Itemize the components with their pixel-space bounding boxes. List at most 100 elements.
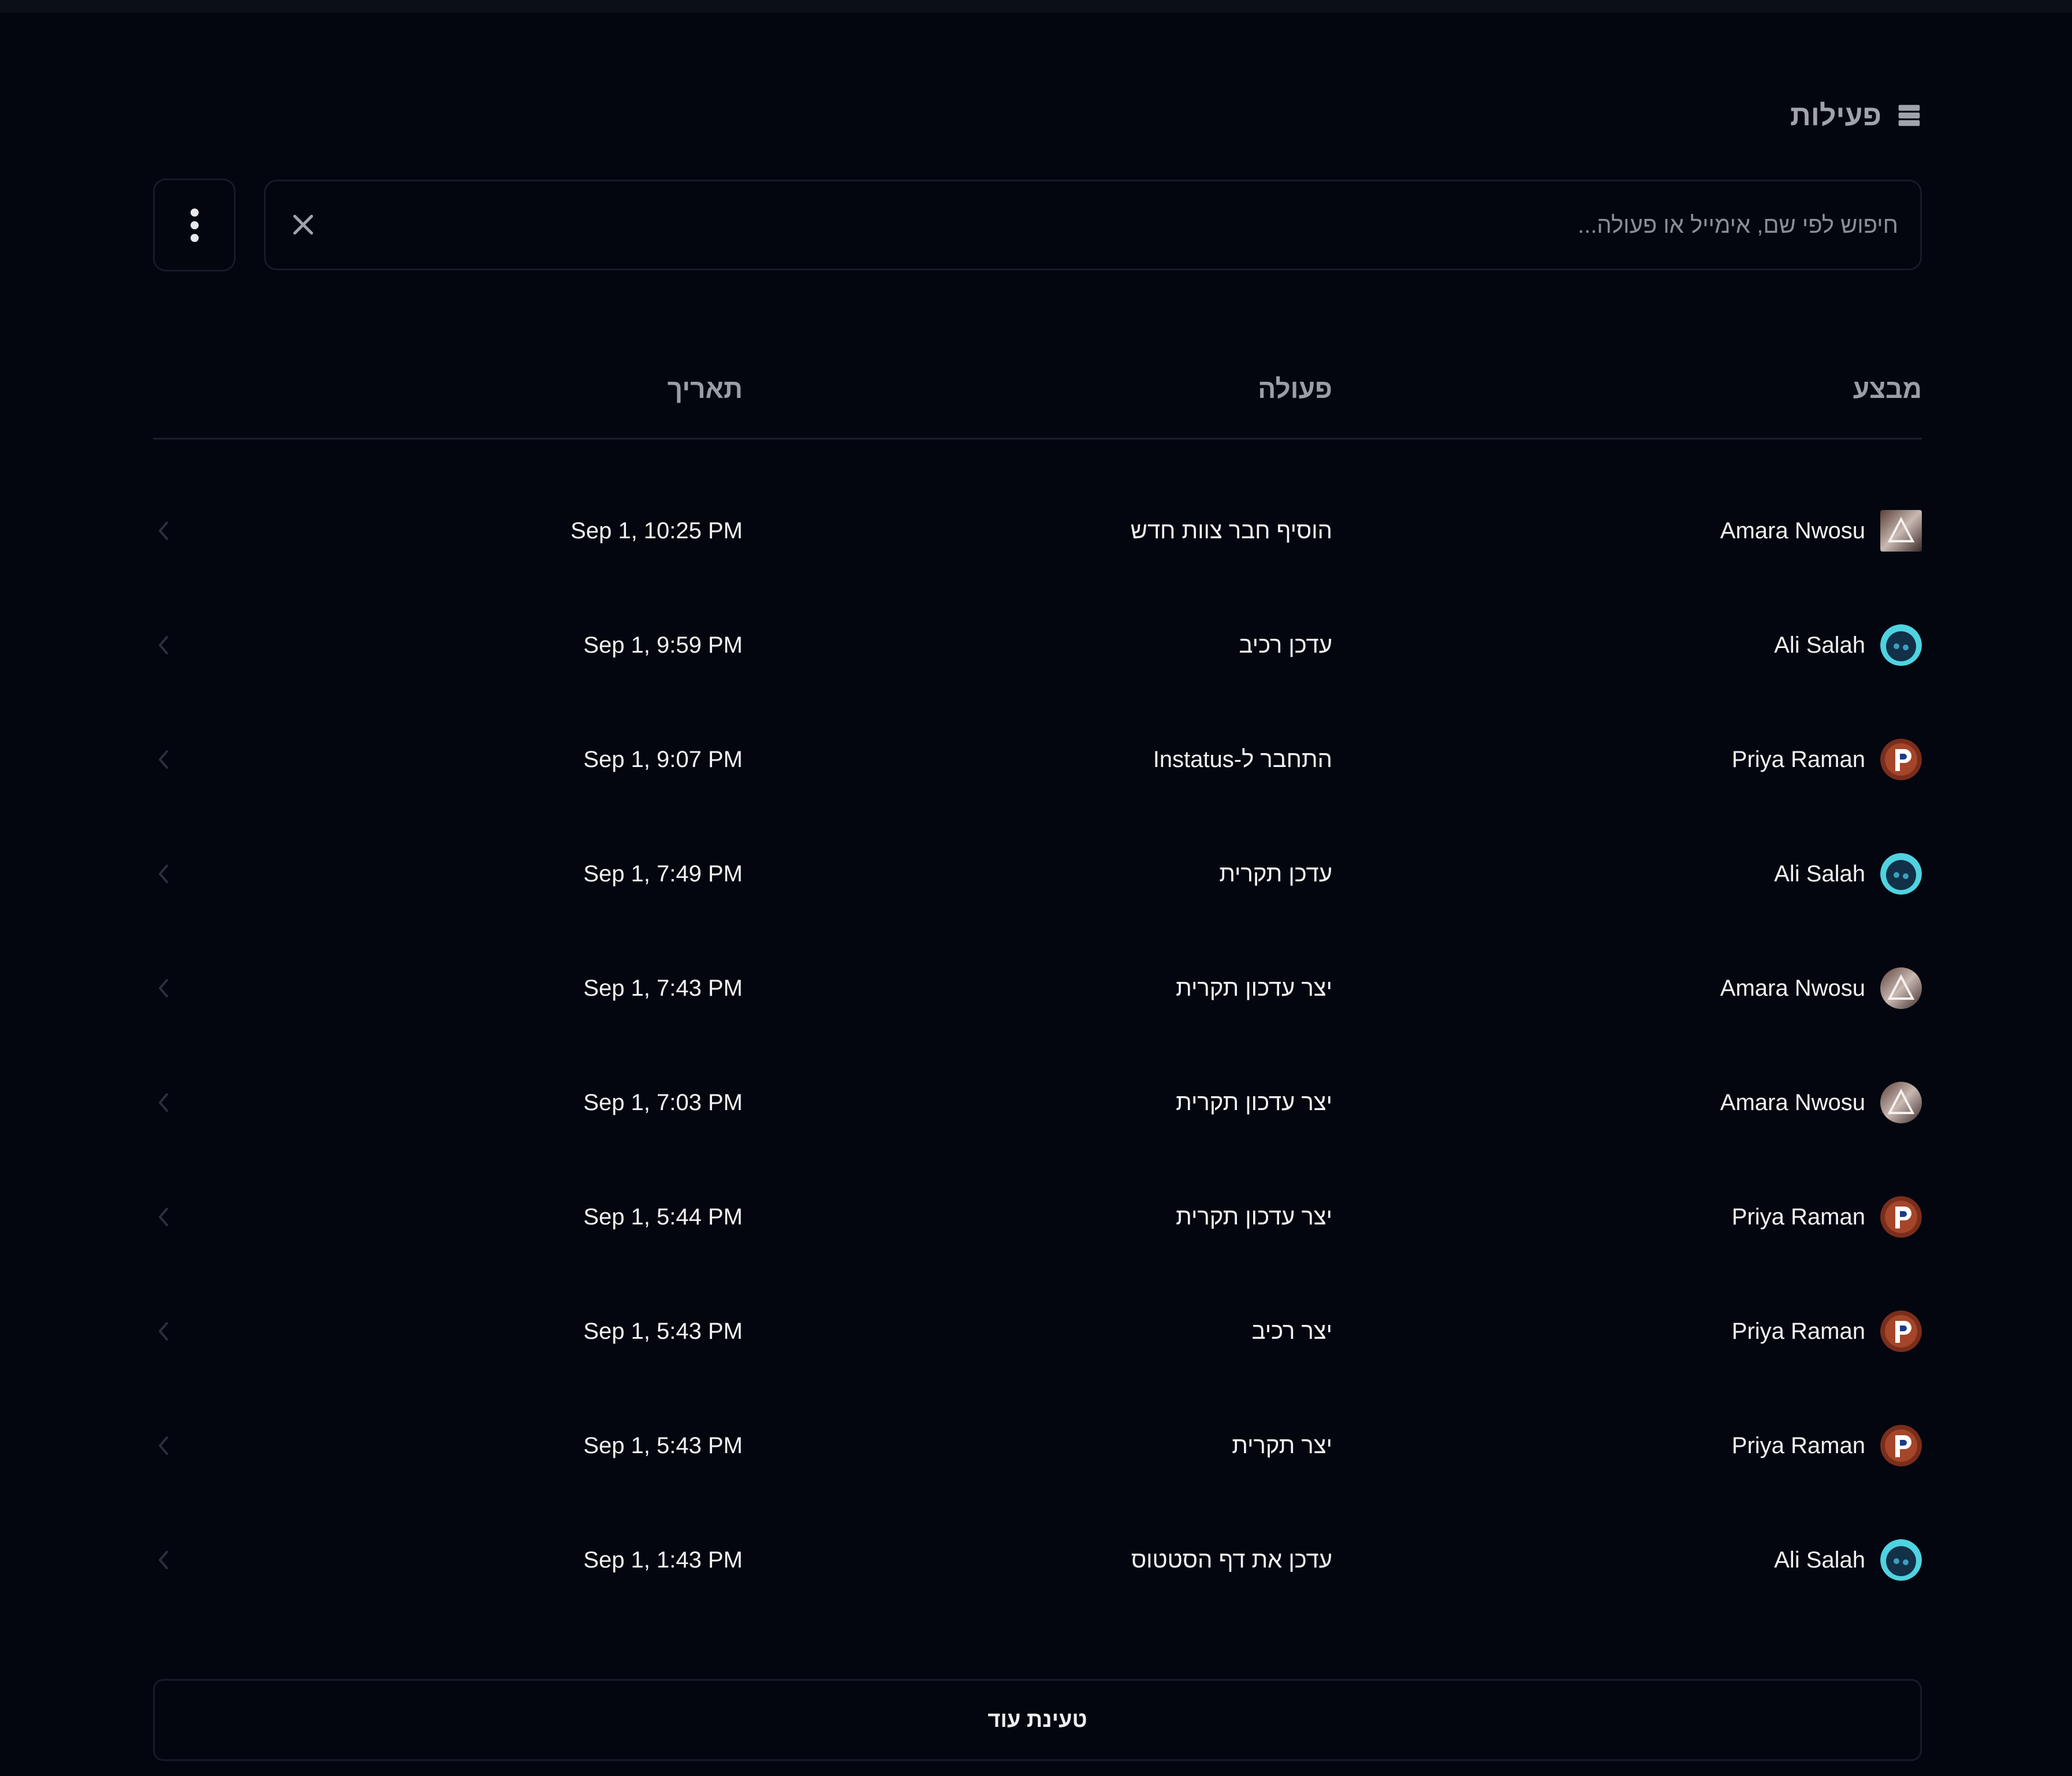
action-cell: יצר עדכון תקרית [1176, 1045, 1332, 1160]
action-cell: עדכן את דף הסטטוס [1131, 1503, 1332, 1617]
action-cell: יצר עדכון תקרית [1176, 1160, 1332, 1274]
date-text: Sep 1, 10:25 PM [571, 517, 743, 543]
user-name: Priya Raman [1731, 1432, 1865, 1458]
row-details-button[interactable] [153, 1045, 170, 1160]
user-avatar [1880, 1196, 1922, 1238]
date-text: Sep 1, 5:44 PM [583, 1204, 743, 1230]
column-header-action[interactable]: פעולה [1258, 373, 1332, 404]
row-details-button[interactable] [153, 702, 170, 817]
user-name: Amara Nwosu [1720, 975, 1865, 1001]
action-text: יצר עדכון תקרית [1176, 1204, 1332, 1230]
user-cell: Ali Salah [1774, 1503, 1922, 1617]
date-text: Sep 1, 7:49 PM [583, 861, 743, 887]
table-row[interactable]: Ali Salah עדכן את דף הסטטוס Sep 1, 1:43 … [153, 1503, 1922, 1617]
chevron-left-icon [159, 636, 168, 654]
row-details-button[interactable] [153, 588, 170, 702]
table-row[interactable]: Priya Raman יצר עדכון תקרית Sep 1, 5:44 … [153, 1160, 1922, 1274]
user-avatar [1880, 739, 1922, 780]
activity-page: פעילות מבצע פעולה תאריך Amara Nwosu [153, 0, 1922, 1776]
action-cell: הוסיף חבר צוות חדש [1131, 474, 1332, 588]
date-text: Sep 1, 7:43 PM [583, 975, 743, 1001]
action-cell: עדכן תקרית [1219, 817, 1332, 931]
date-text: Sep 1, 1:43 PM [583, 1547, 743, 1573]
action-cell: התחבר ל-Instatus [1153, 702, 1332, 817]
user-cell: Amara Nwosu [1720, 474, 1922, 588]
chevron-left-icon [159, 1093, 168, 1112]
chevron-left-icon [159, 1322, 168, 1341]
user-avatar [1880, 1425, 1922, 1466]
date-cell: Sep 1, 7:49 PM [583, 817, 743, 931]
user-name: Ali Salah [1774, 1547, 1865, 1573]
date-cell: Sep 1, 9:59 PM [583, 588, 743, 702]
table-row[interactable]: Priya Raman יצר רכיב Sep 1, 5:43 PM [153, 1274, 1922, 1388]
date-cell: Sep 1, 9:07 PM [583, 702, 743, 817]
table-body: Amara Nwosu הוסיף חבר צוות חדש Sep 1, 10… [153, 474, 1922, 1617]
date-text: Sep 1, 9:59 PM [583, 632, 743, 658]
row-details-button[interactable] [153, 1160, 170, 1274]
column-header-user[interactable]: מבצע [1853, 373, 1922, 404]
search-input[interactable] [367, 181, 1899, 270]
user-cell: Priya Raman [1732, 702, 1922, 817]
user-name: Priya Raman [1731, 1204, 1865, 1230]
action-text: עדכן את דף הסטטוס [1131, 1547, 1332, 1573]
user-avatar [1880, 967, 1922, 1009]
user-avatar [1880, 1310, 1922, 1352]
close-icon[interactable] [289, 210, 318, 239]
table-row[interactable]: Ali Salah עדכן תקרית Sep 1, 7:49 PM [153, 817, 1922, 931]
load-more-button[interactable]: טעינת עוד [153, 1679, 1922, 1761]
row-details-button[interactable] [153, 474, 170, 588]
user-avatar [1880, 1539, 1922, 1581]
chevron-left-icon [159, 1551, 168, 1569]
action-cell: עדכן רכיב [1239, 588, 1332, 702]
action-text: יצר רכיב [1251, 1318, 1332, 1344]
date-cell: Sep 1, 5:44 PM [583, 1160, 743, 1274]
table-row[interactable]: Amara Nwosu יצר עדכון תקרית Sep 1, 7:03 … [153, 1045, 1922, 1160]
table-row[interactable]: Priya Raman התחבר ל-Instatus Sep 1, 9:07… [153, 702, 1922, 817]
column-header-date[interactable]: תאריך [668, 373, 743, 404]
action-cell: יצר רכיב [1252, 1274, 1332, 1388]
date-text: Sep 1, 5:43 PM [583, 1318, 743, 1344]
action-cell: יצר תקרית [1232, 1388, 1332, 1503]
action-text: יצר תקרית [1232, 1432, 1332, 1458]
user-cell: Ali Salah [1774, 817, 1922, 931]
date-text: Sep 1, 9:07 PM [583, 746, 743, 772]
user-name: Amara Nwosu [1720, 517, 1865, 543]
action-cell: יצר עדכון תקרית [1176, 931, 1332, 1045]
date-cell: Sep 1, 7:03 PM [583, 1045, 743, 1160]
user-avatar [1880, 1082, 1922, 1123]
database-icon [1898, 105, 1920, 126]
action-text: עדכן רכיב [1239, 632, 1332, 658]
search-box [264, 180, 1922, 270]
user-name: Amara Nwosu [1720, 1089, 1865, 1115]
page-header: פעילות [1790, 95, 1922, 136]
table-row[interactable]: Ali Salah עדכן רכיב Sep 1, 9:59 PM [153, 588, 1922, 702]
row-details-button[interactable] [153, 1388, 170, 1503]
user-cell: Priya Raman [1732, 1274, 1922, 1388]
row-details-button[interactable] [153, 1503, 170, 1617]
chevron-left-icon [159, 522, 168, 540]
table-row[interactable]: Amara Nwosu יצר עדכון תקרית Sep 1, 7:43 … [153, 931, 1922, 1045]
chevron-left-icon [159, 865, 168, 883]
date-text: Sep 1, 7:03 PM [583, 1089, 743, 1115]
user-avatar [1880, 624, 1922, 666]
date-cell: Sep 1, 10:25 PM [571, 474, 743, 588]
action-text: יצר עדכון תקרית [1176, 975, 1332, 1001]
table-row[interactable]: Priya Raman יצר תקרית Sep 1, 5:43 PM [153, 1388, 1922, 1503]
row-details-button[interactable] [153, 817, 170, 931]
user-name: Ali Salah [1774, 632, 1865, 658]
user-name: Priya Raman [1731, 1318, 1865, 1344]
user-cell: Amara Nwosu [1720, 1045, 1922, 1160]
user-cell: Amara Nwosu [1720, 931, 1922, 1045]
action-text: הוסיף חבר צוות חדש [1130, 517, 1332, 543]
page-title: פעילות [1790, 99, 1881, 132]
row-details-button[interactable] [153, 1274, 170, 1388]
row-details-button[interactable] [153, 931, 170, 1045]
chevron-left-icon [159, 750, 168, 769]
user-name: Priya Raman [1731, 746, 1865, 772]
date-cell: Sep 1, 5:43 PM [583, 1274, 743, 1388]
more-options-button[interactable] [153, 178, 236, 271]
table-row[interactable]: Amara Nwosu הוסיף חבר צוות חדש Sep 1, 10… [153, 474, 1922, 588]
user-avatar [1880, 510, 1922, 552]
action-text: התחבר ל-Instatus [1153, 746, 1332, 772]
date-text: Sep 1, 5:43 PM [583, 1432, 743, 1458]
